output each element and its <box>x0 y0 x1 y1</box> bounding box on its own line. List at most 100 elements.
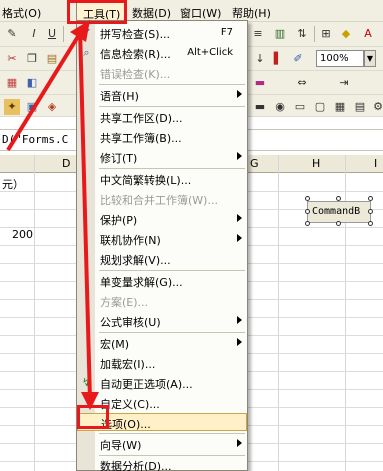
resize-handle[interactable] <box>368 196 373 201</box>
menu-separator <box>99 84 245 85</box>
resize-handle[interactable] <box>368 221 373 226</box>
menu-item-label: 向导(W) <box>100 439 142 452</box>
command-button[interactable]: CommandB <box>307 201 371 223</box>
chart-wizard-icon[interactable]: ▌ <box>270 51 286 67</box>
grid-line <box>278 155 279 471</box>
view-code-icon[interactable]: ◈ <box>44 99 60 115</box>
menu-item-speech[interactable]: 语音(H) <box>77 86 247 104</box>
menu-item-research[interactable]: ⌕ 信息检索(R)... Alt+Click <box>77 44 247 62</box>
resize-handle[interactable] <box>368 209 373 214</box>
menu-item-track-changes[interactable]: 修订(T) <box>77 148 247 166</box>
menu-item-online-collaboration[interactable]: 联机协作(N) <box>77 230 247 248</box>
properties-icon[interactable]: ▣ <box>24 99 40 115</box>
column-header-g[interactable]: G <box>250 157 259 170</box>
sort-ascending-icon[interactable]: ↓ <box>252 51 268 67</box>
menu-item-goal-seek[interactable]: 单变量求解(G)... <box>77 272 247 290</box>
resize-handle[interactable] <box>336 196 341 201</box>
font-color-icon[interactable]: A <box>360 26 376 42</box>
drawing-icon[interactable]: ✐ <box>290 51 306 67</box>
combo-control-icon[interactable]: ▤ <box>352 99 368 115</box>
column-header-h[interactable]: H <box>312 157 320 170</box>
label-control-icon[interactable]: ▬ <box>252 99 268 115</box>
menu-separator <box>99 433 245 434</box>
menu-item-label: 共享工作簿(B)... <box>100 132 182 145</box>
button-control-icon[interactable]: ▢ <box>312 99 328 115</box>
menu-data[interactable]: 数据(D) <box>132 5 171 21</box>
cut-icon[interactable]: ✂ <box>4 51 20 67</box>
menu-item-spell-check[interactable]: ✔ 拼写检查(S)... F7 <box>77 24 247 42</box>
menu-item-error-check: 错误检查(K)... <box>77 64 247 82</box>
underline-icon[interactable]: U <box>44 26 60 42</box>
borders-icon[interactable]: ⊞ <box>318 26 334 42</box>
annotation-box-tools <box>67 0 127 24</box>
copy-icon[interactable]: ❐ <box>24 51 40 67</box>
menu-item-shortcut: Alt+Click <box>187 47 233 58</box>
menu-item-label: 修订(T) <box>100 152 138 165</box>
menu-item-label: 联机协作(N) <box>100 234 161 247</box>
more-controls-icon[interactable]: ⚙ <box>370 99 383 115</box>
resize-handle[interactable] <box>305 196 310 201</box>
chart-icon[interactable]: ▥ <box>272 26 288 42</box>
resize-handle[interactable] <box>305 209 310 214</box>
design-mode-icon[interactable]: ✦ <box>4 99 20 115</box>
merge-icon[interactable]: ⇔ <box>294 75 310 91</box>
menu-item-label: 中文简繁转换(L)... <box>100 174 192 187</box>
paste-icon[interactable]: ▤ <box>44 51 60 67</box>
menu-item-label: 数据分析(D)... <box>100 460 172 471</box>
resize-handle[interactable] <box>305 221 310 226</box>
menu-item-protection[interactable]: 保护(P) <box>77 210 247 228</box>
form-icon[interactable]: ▦ <box>4 75 20 91</box>
fill-color-icon[interactable]: ◆ <box>338 26 354 42</box>
menu-item-shared-workspace[interactable]: 共享工作区(D)... <box>77 108 247 126</box>
menu-item-label: 共享工作区(D)... <box>100 112 183 125</box>
menu-item-chinese-conversion[interactable]: 中文简繁转换(L)... <box>77 170 247 188</box>
menu-item-label: 加载宏(I)... <box>100 358 156 371</box>
menu-item-autocorrect[interactable]: ↯ 自动更正选项(A)... <box>77 374 247 392</box>
annotation-box-options <box>77 405 109 429</box>
toolbar-separator <box>63 26 64 42</box>
menu-separator <box>99 332 245 333</box>
menu-item-formula-auditing[interactable]: 公式审核(U) <box>77 312 247 330</box>
spell-check-icon: ✔ <box>81 26 92 39</box>
radio-control-icon[interactable]: ◉ <box>272 99 288 115</box>
sort-icon[interactable]: ⇅ <box>294 26 310 42</box>
chevron-down-icon[interactable]: ▼ <box>364 50 376 67</box>
align-icon[interactable]: ≡ <box>250 26 266 42</box>
indent-icon[interactable]: ⇥ <box>336 75 352 91</box>
menu-item-label: 单变量求解(G)... <box>100 276 183 289</box>
shape-icon[interactable]: ◧ <box>24 75 40 91</box>
menu-item-compare-merge: 比较和合并工作簿(W)... <box>77 190 247 208</box>
italic-icon[interactable]: I <box>26 26 42 42</box>
resize-handle[interactable] <box>336 221 341 226</box>
zoom-select[interactable]: 100% <box>316 50 364 67</box>
menu-item-label: 拼写检查(S)... <box>100 28 171 41</box>
menu-window[interactable]: 窗口(W) <box>180 5 221 21</box>
submenu-arrow-icon <box>237 316 242 324</box>
column-header-d[interactable]: D <box>62 157 70 170</box>
menu-format[interactable]: 格式(O) <box>2 5 41 21</box>
menu-item-wizard[interactable]: 向导(W) <box>77 435 247 453</box>
menu-help[interactable]: 帮助(H) <box>232 5 271 21</box>
menu-bar: 格式(O) 工具(T) 数据(D) 窗口(W) 帮助(H) <box>0 0 383 22</box>
cell-text[interactable]: 元） <box>2 176 24 192</box>
menu-item-solver[interactable]: 规划求解(V)... <box>77 250 247 268</box>
textbox-control-icon[interactable]: ▭ <box>292 99 308 115</box>
menu-item-label: 自动更正选项(A)... <box>100 378 193 391</box>
picture-icon[interactable]: ▬ <box>252 75 268 91</box>
menu-separator <box>99 168 245 169</box>
image-control-icon[interactable]: ▦ <box>332 99 348 115</box>
menu-item-add-ins[interactable]: 加载宏(I)... <box>77 354 247 372</box>
menu-item-share-workbook[interactable]: 共享工作簿(B)... <box>77 128 247 146</box>
bold-icon[interactable]: ✎ <box>4 26 20 42</box>
menu-item-label: 宏(M) <box>100 338 130 351</box>
submenu-arrow-icon <box>237 152 242 160</box>
menu-item-label: 公式审核(U) <box>100 316 161 329</box>
cell-value[interactable]: 200 <box>12 228 33 241</box>
menu-item-macro[interactable]: 宏(M) <box>77 334 247 352</box>
tools-menu: ✔ 拼写检查(S)... F7 ⌕ 信息检索(R)... Alt+Click 错… <box>76 20 248 471</box>
menu-item-data-analysis[interactable]: 数据分析(D)... <box>77 456 247 471</box>
menu-separator <box>99 106 245 107</box>
menu-item-label: 错误检查(K)... <box>100 68 171 81</box>
menu-item-label: 方案(E)... <box>100 296 149 309</box>
column-header-i[interactable]: I <box>374 157 377 170</box>
